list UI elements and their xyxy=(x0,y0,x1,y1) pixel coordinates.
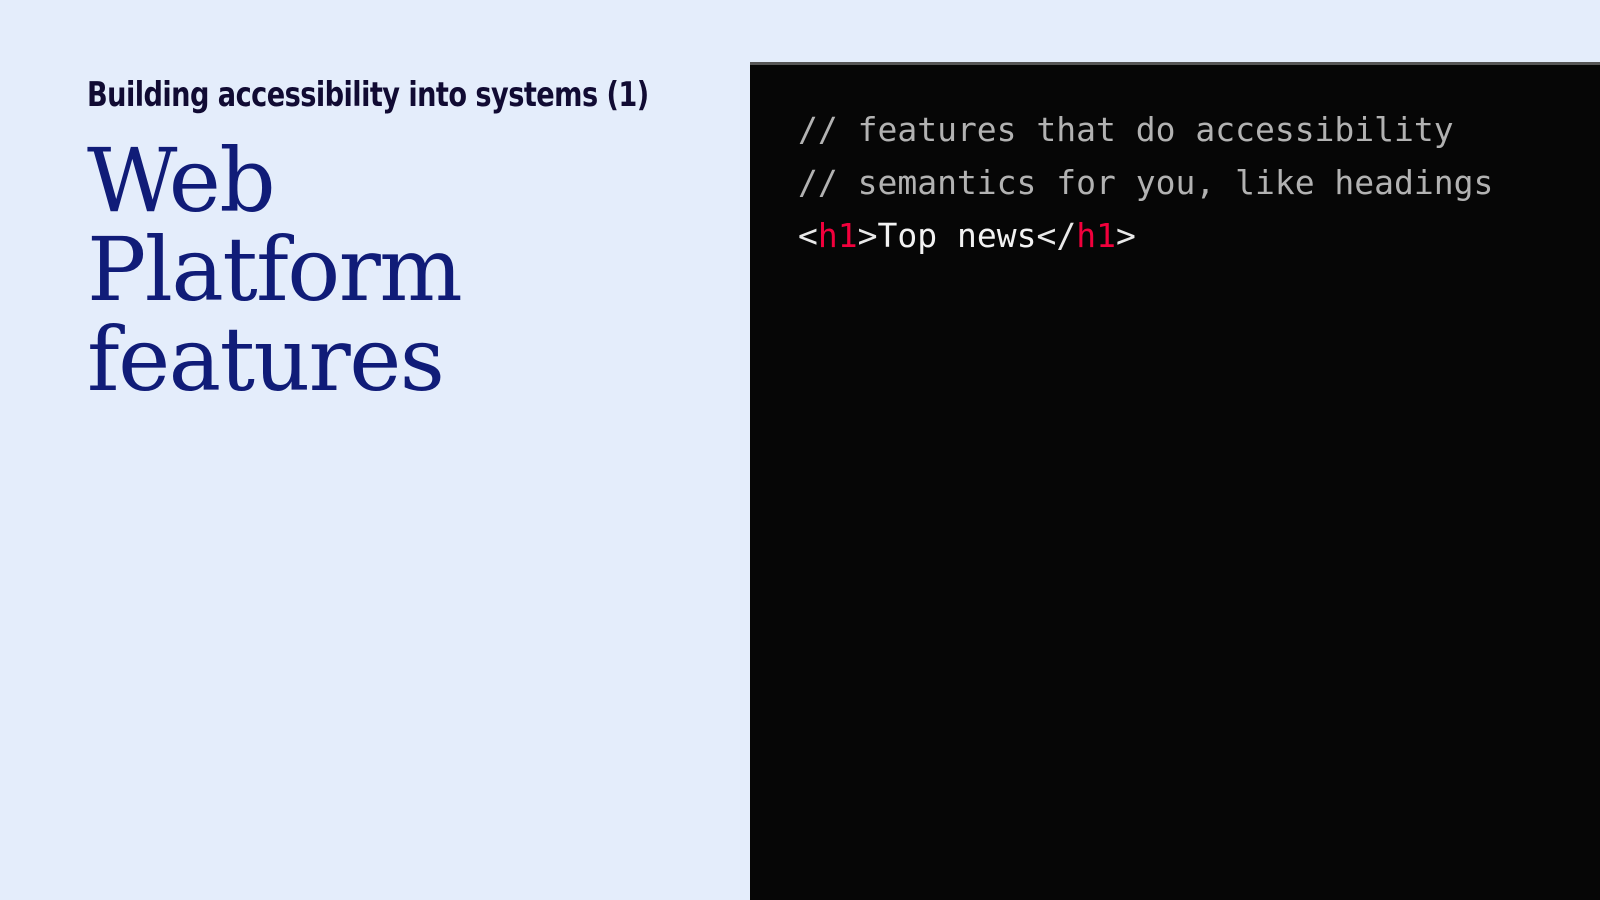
code-token-punct: </ xyxy=(1036,216,1077,255)
slide-text-column: Building accessibility into systems (1) … xyxy=(0,0,750,900)
code-token-tag: h1 xyxy=(1076,216,1116,255)
code-token-punct: > xyxy=(1115,216,1136,255)
code-token-tag: h1 xyxy=(817,216,858,255)
code-token-comment: // features that do accessibility xyxy=(798,110,1454,149)
code-line: // features that do accessibility xyxy=(798,103,1600,156)
slide-kicker: Building accessibility into systems (1) xyxy=(87,75,649,115)
page-title: Web Platform features xyxy=(87,128,463,412)
code-token-text: Top news xyxy=(877,216,1037,255)
code-token-punct: < xyxy=(798,216,818,255)
code-token-comment: // semantics for you, like headings xyxy=(798,163,1494,202)
code-token-punct: > xyxy=(857,216,878,255)
slide-root: Building accessibility into systems (1) … xyxy=(0,0,1600,900)
code-block: // features that do accessibility // sem… xyxy=(750,65,1600,262)
code-line: // semantics for you, like headings xyxy=(798,156,1600,209)
code-panel: // features that do accessibility // sem… xyxy=(750,62,1600,900)
code-line: <h1>Top news</h1> xyxy=(798,209,1600,262)
